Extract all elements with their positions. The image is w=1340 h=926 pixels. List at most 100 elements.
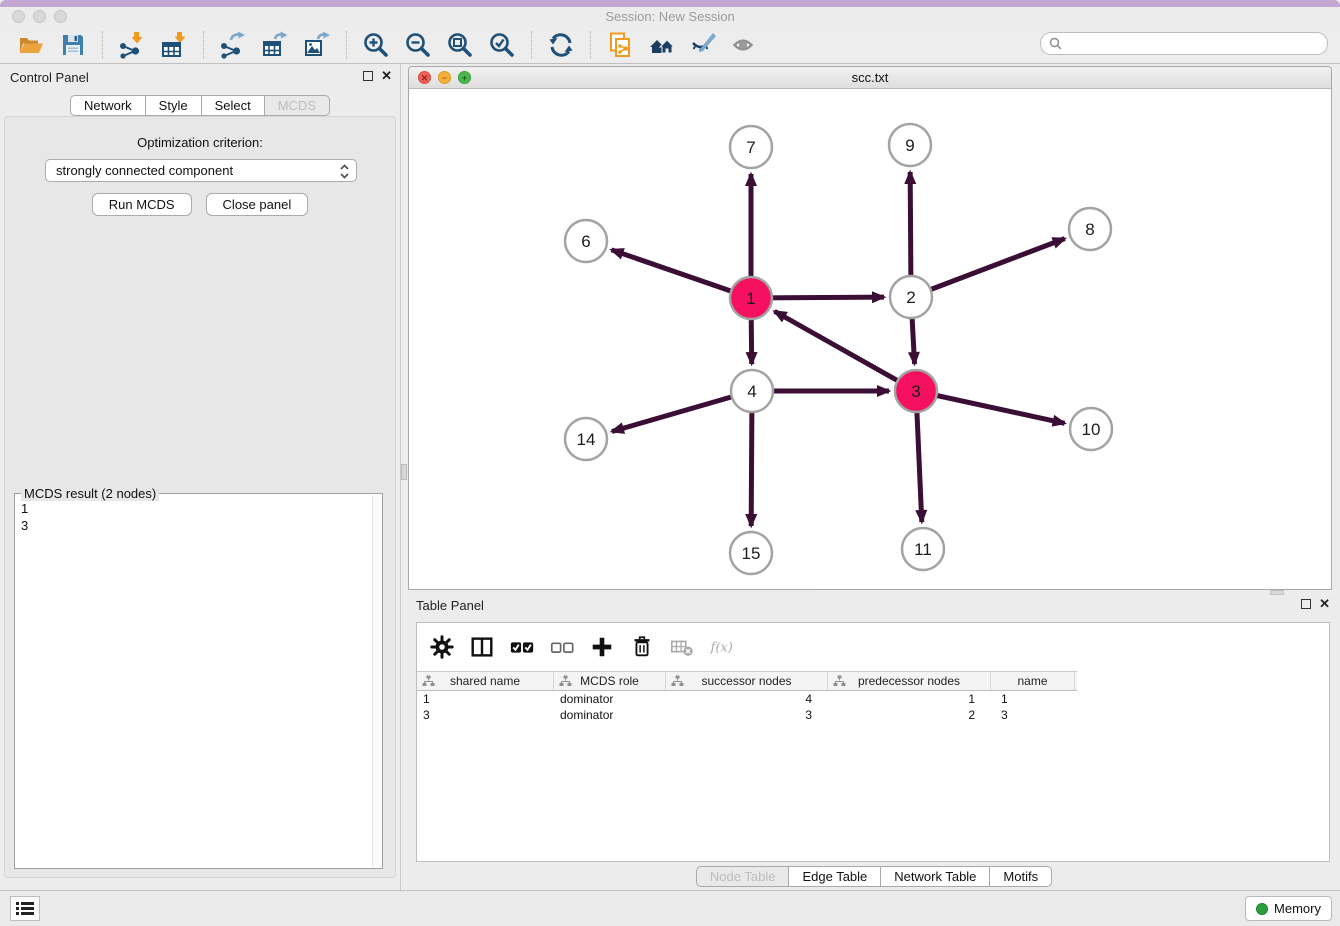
control-panel-title: Control Panel bbox=[10, 70, 89, 85]
graph-node-label: 7 bbox=[746, 138, 755, 157]
graph-edge-3-1[interactable] bbox=[775, 311, 916, 391]
graph-node-label: 6 bbox=[581, 232, 590, 251]
cell-successor-nodes[interactable]: 3 bbox=[666, 707, 828, 723]
search-box bbox=[1040, 32, 1328, 55]
export-image-icon[interactable] bbox=[302, 30, 332, 60]
result-line: 3 bbox=[21, 517, 367, 534]
toolbar-separator bbox=[346, 31, 347, 59]
column-header-name[interactable]: name bbox=[991, 672, 1075, 690]
graph-node-label: 1 bbox=[746, 289, 755, 308]
mcds-result-text[interactable]: 1 3 bbox=[16, 498, 372, 867]
graph-edge-3-10[interactable] bbox=[916, 391, 1065, 423]
zoom-selected-icon[interactable] bbox=[487, 30, 517, 60]
status-bar: Memory bbox=[0, 890, 1340, 926]
network-view-window: ✕ − + scc.txt 7968124314101511 bbox=[408, 66, 1332, 590]
table-options-gear-icon[interactable] bbox=[429, 634, 455, 660]
list-icon bbox=[16, 901, 34, 916]
import-network-icon[interactable] bbox=[117, 30, 147, 60]
toolbar-separator bbox=[203, 31, 204, 59]
memory-button[interactable]: Memory bbox=[1245, 896, 1332, 921]
tab-style[interactable]: Style bbox=[146, 95, 202, 116]
cell-predecessor-nodes[interactable]: 1 bbox=[828, 691, 991, 707]
table-tabs: Node Table Edge Table Network Table Moti… bbox=[408, 866, 1340, 887]
cell-name[interactable]: 1 bbox=[991, 691, 1075, 707]
graph-node-label: 14 bbox=[577, 430, 596, 449]
cell-mcds-role[interactable]: dominator bbox=[554, 707, 666, 723]
main-toolbar bbox=[0, 27, 1340, 64]
table-toolbar: f(x) bbox=[417, 623, 1329, 671]
tab-select[interactable]: Select bbox=[202, 95, 265, 116]
show-details-icon[interactable] bbox=[731, 30, 761, 60]
zoom-fit-icon[interactable] bbox=[445, 30, 475, 60]
task-history-button[interactable] bbox=[10, 896, 40, 921]
cell-mcds-role[interactable]: dominator bbox=[554, 691, 666, 707]
cell-successor-nodes[interactable]: 4 bbox=[666, 691, 828, 707]
result-scrollbar[interactable] bbox=[372, 495, 381, 867]
select-stepper-icon bbox=[339, 163, 350, 186]
graph-node-label: 3 bbox=[911, 382, 920, 401]
memory-label: Memory bbox=[1274, 901, 1321, 916]
tab-mcds[interactable]: MCDS bbox=[265, 95, 330, 116]
column-header-predecessor-nodes[interactable]: predecessor nodes bbox=[828, 672, 991, 690]
table-panel-title: Table Panel bbox=[416, 598, 484, 613]
tab-network-table[interactable]: Network Table bbox=[881, 866, 990, 887]
graph-node-label: 4 bbox=[747, 382, 756, 401]
network-window-title: scc.txt bbox=[409, 70, 1331, 85]
tab-network[interactable]: Network bbox=[70, 95, 146, 116]
save-session-icon[interactable] bbox=[58, 30, 88, 60]
column-header-shared-name[interactable]: shared name bbox=[417, 672, 554, 690]
node-table-container: f(x) shared name MCDS role bbox=[416, 622, 1330, 862]
cell-predecessor-nodes[interactable]: 2 bbox=[828, 707, 991, 723]
vertical-splitter[interactable] bbox=[400, 64, 407, 890]
cell-shared-name[interactable]: 1 bbox=[417, 691, 554, 707]
zoom-out-icon[interactable] bbox=[403, 30, 433, 60]
show-columns-icon[interactable] bbox=[469, 634, 495, 660]
float-table-panel-icon[interactable] bbox=[1301, 599, 1311, 609]
graph-node-label: 10 bbox=[1082, 420, 1101, 439]
import-table-icon[interactable] bbox=[159, 30, 189, 60]
open-session-icon[interactable] bbox=[16, 30, 46, 60]
cell-shared-name[interactable]: 3 bbox=[417, 707, 554, 723]
apply-layout-icon[interactable] bbox=[546, 30, 576, 60]
function-builder-icon: f(x) bbox=[709, 634, 735, 660]
table-row[interactable]: 3 dominator 3 2 3 bbox=[417, 707, 1077, 723]
control-panel-tabs: Network Style Select MCDS bbox=[0, 95, 400, 116]
splitter-handle[interactable] bbox=[1270, 590, 1284, 595]
duplicate-network-icon[interactable] bbox=[605, 30, 635, 60]
network-canvas-svg[interactable]: 7968124314101511 bbox=[409, 89, 1331, 589]
export-table-icon[interactable] bbox=[260, 30, 290, 60]
column-header-mcds-role[interactable]: MCDS role bbox=[554, 672, 666, 690]
toolbar-separator bbox=[531, 31, 532, 59]
select-all-icon[interactable] bbox=[509, 634, 535, 660]
network-canvas[interactable]: 7968124314101511 bbox=[409, 89, 1331, 589]
first-neighbors-icon[interactable] bbox=[647, 30, 677, 60]
zoom-in-icon[interactable] bbox=[361, 30, 391, 60]
close-panel-button[interactable]: Close panel bbox=[206, 193, 309, 216]
table-header-row: shared name MCDS role successor nodes bbox=[417, 671, 1077, 691]
network-window-titlebar[interactable]: ✕ − + scc.txt bbox=[409, 67, 1331, 89]
delete-column-icon[interactable] bbox=[629, 634, 655, 660]
graph-edge-2-8[interactable] bbox=[911, 239, 1065, 297]
search-icon bbox=[1049, 37, 1062, 50]
toolbar-separator bbox=[590, 31, 591, 59]
table-row[interactable]: 1 dominator 4 1 1 bbox=[417, 691, 1077, 707]
tab-edge-table[interactable]: Edge Table bbox=[789, 866, 881, 887]
cell-name[interactable]: 3 bbox=[991, 707, 1075, 723]
close-table-panel-icon[interactable]: ✕ bbox=[1319, 599, 1330, 609]
search-input[interactable] bbox=[1067, 34, 1327, 53]
window-top-accent bbox=[0, 0, 1340, 7]
export-network-icon[interactable] bbox=[218, 30, 248, 60]
mcds-panel: Optimization criterion: strongly connect… bbox=[4, 116, 396, 878]
tab-node-table[interactable]: Node Table bbox=[696, 866, 790, 887]
tab-motifs[interactable]: Motifs bbox=[990, 866, 1052, 887]
criterion-select[interactable]: strongly connected component bbox=[45, 159, 357, 182]
add-column-icon[interactable] bbox=[589, 634, 615, 660]
float-panel-icon[interactable] bbox=[363, 71, 373, 81]
deselect-all-icon[interactable] bbox=[549, 634, 575, 660]
hide-details-icon[interactable] bbox=[689, 30, 719, 60]
run-mcds-button[interactable]: Run MCDS bbox=[92, 193, 192, 216]
mcds-result-box: MCDS result (2 nodes) 1 3 bbox=[14, 493, 383, 869]
column-header-successor-nodes[interactable]: successor nodes bbox=[666, 672, 828, 690]
close-panel-icon[interactable]: ✕ bbox=[381, 71, 392, 81]
application-window: Session: New Session bbox=[0, 0, 1340, 926]
